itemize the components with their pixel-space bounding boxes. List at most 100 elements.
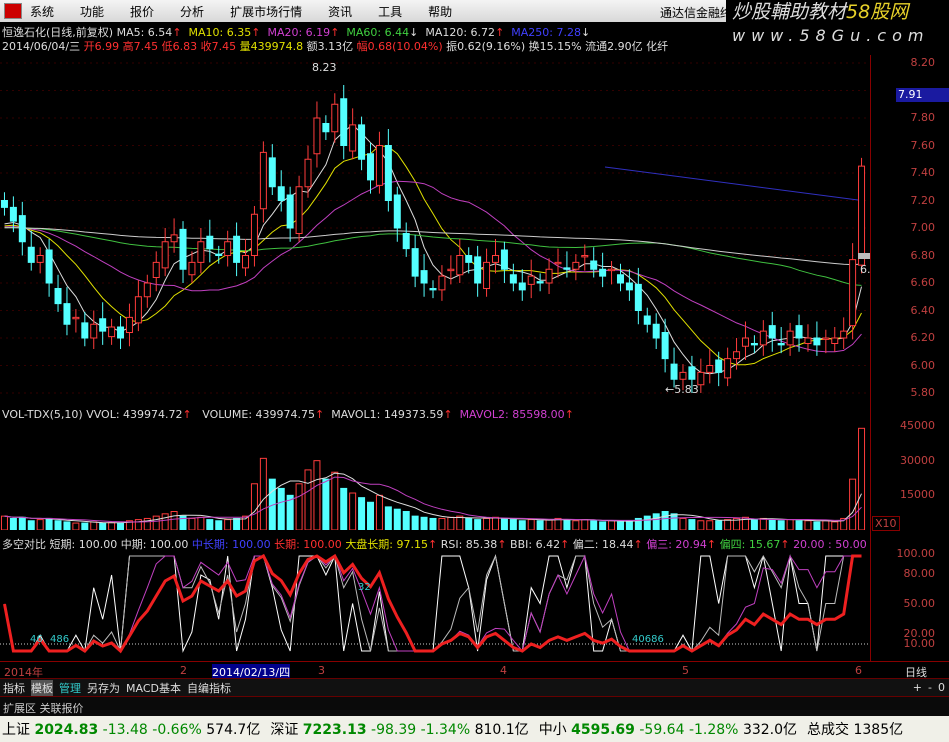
tab-save-as[interactable]: 另存为 [87,680,120,696]
candle-up [840,330,848,339]
volume-bar [250,483,258,530]
candle-up [90,323,98,339]
candle-up [143,282,151,298]
volume-bar [81,522,89,530]
bar-open: 开6.99 [83,40,120,53]
volume-bar [688,519,696,530]
menu-item-analysis[interactable]: 分析 [180,3,204,20]
candle-down [590,260,598,270]
menu-item-tools[interactable]: 工具 [378,3,402,20]
candle-down [813,337,821,346]
tab-custom[interactable]: 自编指标 [187,680,231,696]
volume-axis: 45000 30000 15000 [870,405,949,533]
candle-up [250,213,258,256]
volume-bar [786,519,794,530]
volume-bar [706,520,714,530]
zoom-out-button[interactable]: - [928,681,932,694]
bar-float: 流通2.90亿 [585,40,643,53]
indicator-label: 32 [358,582,371,593]
menu-item-quote[interactable]: 报价 [130,3,154,20]
candle-up [304,158,312,188]
indicator-tick: 50.00 [903,597,936,610]
indicator-chart[interactable]: 46 486 32 40686 [0,550,870,660]
candle-down [286,194,294,229]
tab-indicator[interactable]: 指标 [3,680,25,696]
volume-bar [340,487,348,530]
menu-item-function[interactable]: 功能 [80,3,104,20]
candle-up [831,337,839,344]
candle-up [72,316,80,320]
candle-down [634,283,642,311]
tab-template[interactable]: 模板 [31,679,53,696]
volume-bar [670,513,678,530]
candle-down [652,323,660,339]
volume-bar [215,520,223,530]
bar-amplitude: 振0.62(9.16%) [446,40,526,53]
bar-turnover: 换15.15% [528,40,582,53]
candle-up [822,337,830,340]
volume-bar [197,516,205,530]
price-chart[interactable]: 8.23 ←5.83 6.77 [0,55,870,405]
price-axis: 8.20 7.80 7.60 7.40 7.20 7.00 6.80 6.60 6.40 6.20… [870,55,949,405]
bar-info: 2014/06/04/三 开6.99 高7.45 低6.83 收7.45 量43… [2,38,668,54]
indicator-label: 40686 [632,634,664,645]
volume-bar [616,521,624,530]
candle-up [724,358,732,379]
volume-bar [777,520,785,530]
candle-down [777,343,785,346]
candle-down [795,325,803,339]
volume-bar [233,517,241,530]
candle-up [134,296,142,324]
volume-bar [652,513,660,530]
watermark: 炒股輔助教材58股网 www.58Gu.com [726,0,949,50]
candle-down [625,282,633,291]
tab-related-quote[interactable]: 关联报价 [40,702,84,715]
watermark-url: www.58Gu.com [732,26,930,45]
candle-up [331,103,339,133]
candle-up [527,275,535,285]
menu-item-system[interactable]: 系统 [30,3,54,20]
candle-down [465,255,473,263]
candle-down [27,246,35,263]
volume-bar [447,516,455,530]
index-sz: 深证 7223.13 -98.39 -1.34% 810.1亿 [270,722,529,738]
volume-bar [161,513,169,530]
candle-down [117,326,125,339]
watermark-brand: 58股网 [846,1,909,23]
menu-item-ext-market[interactable]: 扩展市场行情 [230,3,302,20]
bar-close: 收7.45 [200,40,237,53]
candle-down [420,270,428,284]
candle-up [849,259,857,327]
index-sh: 上证 2024.83 -13.48 -0.66% 574.7亿 [2,722,261,738]
candle-down [233,235,241,263]
candle-up [733,351,741,360]
candle-up [259,151,267,210]
candle-up [697,371,705,386]
vol-ma1-line [4,472,862,524]
candle-up [804,337,812,344]
menu-item-news[interactable]: 资讯 [328,3,352,20]
volume-bar [384,506,392,530]
zoom-reset-button[interactable]: 0 [938,681,945,694]
tab-manage[interactable]: 管理 [59,680,81,696]
volume-bar [545,519,553,530]
tab-extension[interactable]: 扩展区 [3,702,36,715]
volume-bar [590,520,598,530]
volume-bar [625,520,633,530]
volume-bar [715,520,723,530]
candle-down [9,206,17,222]
volume-bar [45,517,53,530]
candle-down [18,215,26,243]
candle-down [509,274,517,284]
menu-item-help[interactable]: 帮助 [428,3,452,20]
candle-down [661,332,669,360]
candle-up [349,124,357,152]
candle-down [688,366,696,380]
candle-down [45,249,53,284]
volume-chart[interactable] [0,405,870,530]
candle-down [536,281,544,284]
zoom-in-button[interactable]: + [913,681,922,694]
volume-bar [9,517,17,530]
tab-macd[interactable]: MACD基本 [126,680,181,696]
candle-up [759,330,767,346]
